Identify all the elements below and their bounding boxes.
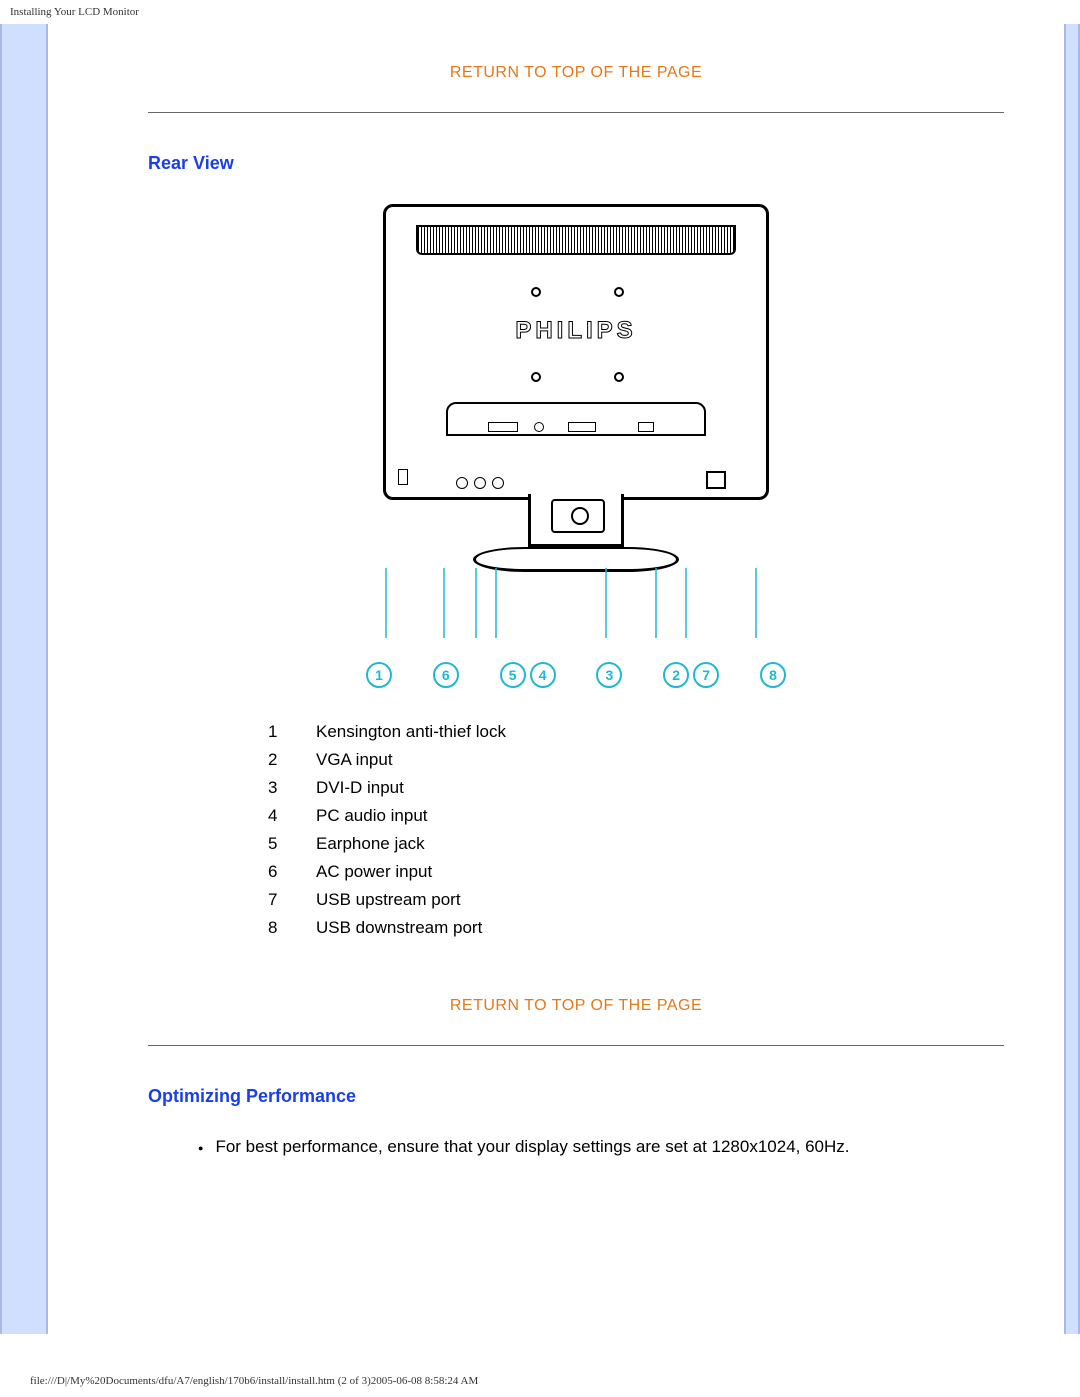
main-content: RETURN TO TOP OF THE PAGE Rear View PHIL…	[48, 24, 1064, 1334]
rear-view-parts-list: 1Kensington anti-thief lock 2VGA input 3…	[268, 718, 728, 942]
rear-view-diagram: PHILIPS	[356, 204, 796, 688]
optimizing-performance-heading: Optimizing Performance	[148, 1086, 1004, 1107]
table-row: 2VGA input	[268, 746, 524, 774]
table-row: 8USB downstream port	[268, 914, 524, 942]
table-row: 6AC power input	[268, 858, 524, 886]
callout-3: 3	[596, 662, 622, 688]
diagram-brand-label: PHILIPS	[386, 317, 766, 345]
divider	[148, 112, 1004, 113]
table-row: 3DVI-D input	[268, 774, 524, 802]
divider	[148, 1045, 1004, 1046]
table-row: 5Earphone jack	[268, 830, 524, 858]
list-item: For best performance, ensure that your d…	[198, 1137, 1004, 1157]
callout-5: 5	[500, 662, 526, 688]
table-row: 4PC audio input	[268, 802, 524, 830]
right-sidebar-stripe	[1064, 24, 1080, 1334]
return-to-top-link[interactable]: RETURN TO TOP OF THE PAGE	[148, 997, 1004, 1015]
table-row: 7USB upstream port	[268, 886, 524, 914]
page-footer-path: file:///D|/My%20Documents/dfu/A7/english…	[0, 1365, 490, 1387]
callout-7: 7	[693, 662, 719, 688]
page-running-header: Installing Your LCD Monitor	[0, 0, 1080, 24]
callout-2: 2	[663, 662, 689, 688]
rear-view-heading: Rear View	[148, 153, 1004, 174]
left-sidebar-stripe	[0, 24, 48, 1334]
callout-6: 6	[433, 662, 459, 688]
optimizing-performance-list: For best performance, ensure that your d…	[198, 1137, 1004, 1157]
callout-number-row: 1 6 5 4 3 2 7	[360, 662, 792, 688]
return-to-top-link[interactable]: RETURN TO TOP OF THE PAGE	[148, 64, 1004, 82]
table-row: 1Kensington anti-thief lock	[268, 718, 524, 746]
callout-4: 4	[530, 662, 556, 688]
callout-8: 8	[760, 662, 786, 688]
callout-1: 1	[366, 662, 392, 688]
